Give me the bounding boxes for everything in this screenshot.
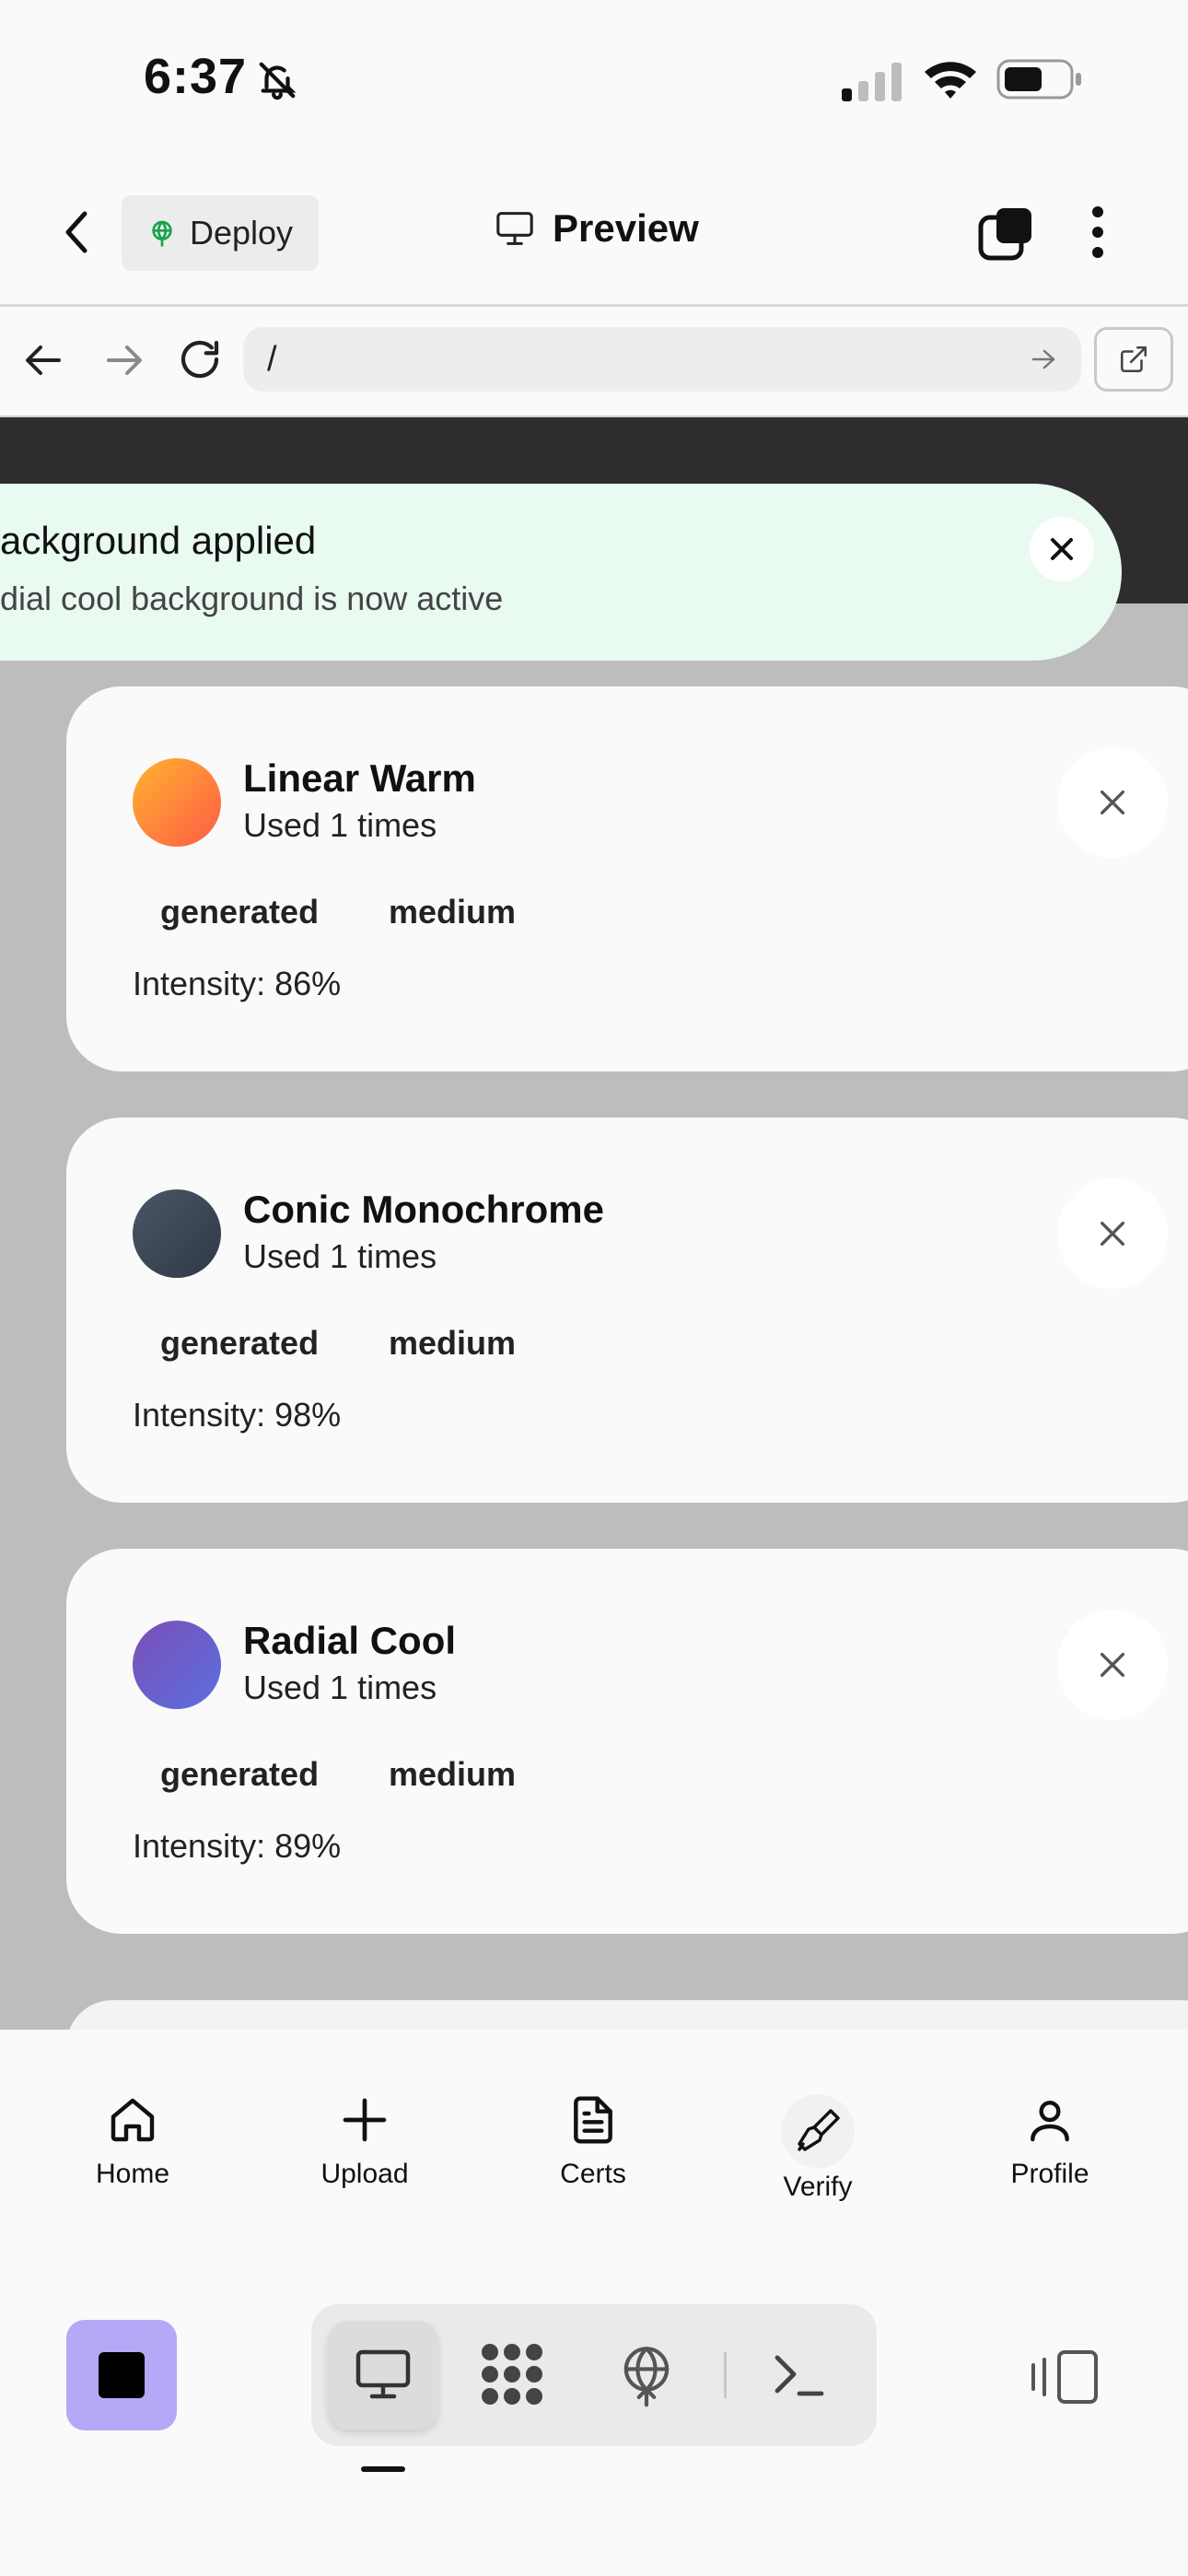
card-usage: Used 1 times [243, 806, 437, 844]
go-arrow-icon[interactable] [1030, 347, 1057, 371]
level-badge: medium [389, 1755, 517, 1793]
card-name: Linear Warm [243, 756, 476, 800]
open-external-button[interactable] [1094, 327, 1173, 392]
deploy-label: Deploy [190, 214, 294, 252]
level-badge: medium [389, 1324, 517, 1362]
card-usage: Used 1 times [243, 1237, 437, 1275]
globe-icon[interactable] [615, 2341, 678, 2407]
panel-icon[interactable] [1028, 2348, 1101, 2406]
toast-title: ackground applied [0, 519, 317, 562]
wifi-icon [921, 57, 980, 100]
arrow-right-icon[interactable] [99, 340, 147, 381]
close-icon [1097, 1218, 1128, 1249]
color-swatch [133, 758, 221, 847]
nav-certs[interactable]: Certs [501, 2094, 685, 2190]
color-swatch [133, 1621, 221, 1709]
more-vertical-icon[interactable] [1089, 205, 1107, 260]
nav-home[interactable]: Home [41, 2094, 225, 2190]
dev-dock [0, 2269, 1188, 2576]
status-bar: 6:37 [0, 0, 1188, 157]
battery-icon [996, 59, 1083, 100]
brush-icon [781, 2094, 855, 2168]
nav-home-label: Home [95, 2159, 170, 2189]
type-badge: generated [160, 1324, 320, 1362]
close-icon [1048, 535, 1076, 563]
browser-bar: / [0, 307, 1188, 417]
view-switcher [311, 2304, 877, 2446]
toast-notification: ackground applied dial cool background i… [0, 484, 1122, 661]
background-card[interactable]: Radial Cool Used 1 times generated mediu… [66, 1549, 1188, 1934]
nav-upload-label: Upload [320, 2159, 409, 2189]
toast-description: dial cool background is now active [0, 580, 504, 617]
color-swatch [133, 1189, 221, 1278]
app-header: Deploy Preview [0, 157, 1188, 307]
nav-profile-label: Profile [1010, 2159, 1089, 2189]
type-badge: generated [160, 893, 320, 931]
page-title: Preview [494, 206, 699, 251]
card-usage: Used 1 times [243, 1669, 437, 1706]
active-indicator [361, 2466, 405, 2472]
signal-icon [840, 61, 904, 101]
monitor-icon[interactable] [350, 2341, 416, 2407]
remove-button[interactable] [1057, 747, 1168, 858]
background-card[interactable]: Conic Monochrome Used 1 times generated … [66, 1118, 1188, 1503]
user-icon [958, 2094, 1142, 2146]
bell-muted-icon [256, 59, 298, 101]
back-icon[interactable] [55, 205, 98, 260]
preview-title-label: Preview [553, 206, 699, 250]
stop-icon [99, 2352, 145, 2398]
arrow-left-icon[interactable] [20, 340, 68, 381]
url-input[interactable]: / [243, 327, 1081, 392]
tabs-icon[interactable] [976, 205, 1035, 263]
stop-button[interactable] [66, 2320, 177, 2430]
nav-upload[interactable]: Upload [273, 2094, 457, 2190]
card-intensity: Intensity: 86% [133, 965, 342, 1002]
preview-viewport: ackground applied dial cool background i… [0, 417, 1188, 2030]
status-time: 6:37 [144, 49, 248, 104]
monitor-icon [494, 210, 536, 247]
terminal-icon[interactable] [766, 2341, 833, 2407]
grid-icon[interactable] [477, 2341, 547, 2407]
nav-verify-label: Verify [783, 2172, 853, 2202]
close-icon [1097, 787, 1128, 818]
external-link-icon [1118, 344, 1149, 375]
remove-button[interactable] [1057, 1178, 1168, 1289]
background-card[interactable]: Linear Warm Used 1 times generated mediu… [66, 686, 1188, 1071]
plus-icon [273, 2094, 457, 2146]
globe-icon [147, 218, 177, 248]
close-icon [1097, 1649, 1128, 1680]
url-text: / [267, 340, 277, 379]
nav-profile[interactable]: Profile [958, 2094, 1142, 2190]
remove-button[interactable] [1057, 1610, 1168, 1720]
card-name: Conic Monochrome [243, 1188, 605, 1231]
deploy-button[interactable]: Deploy [122, 195, 319, 271]
home-icon [41, 2094, 225, 2146]
level-badge: medium [389, 893, 517, 931]
document-icon [501, 2094, 685, 2146]
nav-verify[interactable]: Verify [726, 2094, 910, 2203]
divider [724, 2352, 727, 2398]
toast-close-button[interactable] [1030, 517, 1094, 581]
bottom-nav: Home Upload Certs Verify Profile [0, 2030, 1188, 2269]
type-badge: generated [160, 1755, 320, 1793]
background-card-partial[interactable] [66, 2000, 1188, 2030]
reload-icon[interactable] [175, 334, 225, 384]
card-intensity: Intensity: 98% [133, 1396, 342, 1434]
nav-certs-label: Certs [560, 2159, 626, 2189]
card-name: Radial Cool [243, 1619, 457, 1662]
card-intensity: Intensity: 89% [133, 1827, 342, 1865]
